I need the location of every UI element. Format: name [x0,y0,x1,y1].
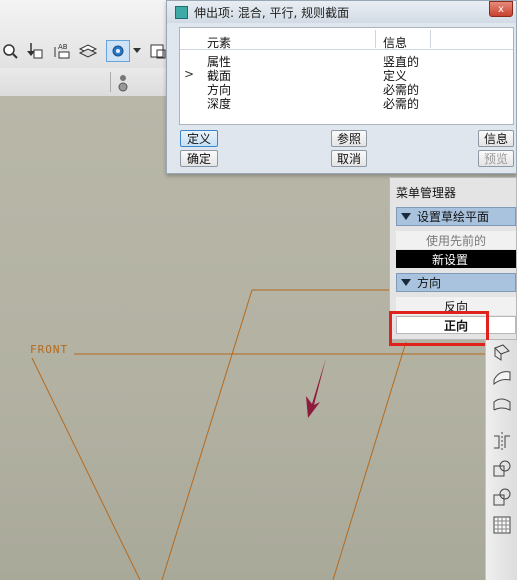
menu-header-direction[interactable]: 方向 [396,273,516,292]
svg-text:AB: AB [58,43,68,51]
mirror-icon[interactable] [491,430,513,452]
dialog-titlebar[interactable]: 伸出项: 混合, 平行, 规则截面 [167,1,516,23]
dropdown-chevron-icon[interactable] [131,40,143,62]
secondary-toolbar [0,68,170,97]
element-row-direction[interactable]: 方向 必需的 [180,81,513,97]
direction-arrow [306,358,326,418]
shell-tool-icon[interactable] [491,342,513,364]
dialog-app-icon [175,5,188,19]
highlight-box [389,311,489,346]
view-display-icon[interactable] [106,40,130,62]
frame-icon[interactable] [148,40,168,62]
define-button[interactable]: 定义 [180,130,218,147]
current-row-marker: > [184,67,195,81]
collapse-triangle-icon [401,279,411,286]
menu-header-sketch-plane[interactable]: 设置草绘平面 [396,207,516,226]
plane-slant-left [31,357,141,580]
element-row-attributes[interactable]: 属性 竖直的 [180,53,513,69]
menu-item-use-previous[interactable]: 使用先前的 [396,231,516,249]
trapezoid-left-edge [161,289,253,580]
info-button[interactable]: 信息 [478,130,514,147]
reference-button[interactable]: 参照 [331,130,367,147]
feature-dialog: 伸出项: 混合, 平行, 规则截面 x 元素 信息 属性 竖直的 > 截面 定义… [166,0,517,174]
insert-arrow-icon[interactable] [24,40,44,62]
pattern-grid-icon[interactable] [491,514,513,536]
collapse-triangle-icon [401,213,411,220]
merge-icon[interactable] [491,458,513,480]
cancel-button[interactable]: 取消 [331,150,367,167]
ok-button[interactable]: 确定 [180,150,218,167]
dialog-title: 伸出项: 混合, 平行, 规则截面 [194,5,350,20]
right-toolbar [485,340,517,580]
preview-button[interactable]: 预览 [478,150,514,167]
close-button[interactable]: x [489,1,513,17]
main-toolbar: AB [0,0,170,69]
menu-manager-title: 菜单管理器 [396,186,457,200]
trapezoid-right-edge [332,341,407,580]
surface-patch-icon[interactable] [491,366,513,388]
intersect-icon[interactable] [491,486,513,508]
zoom-icon[interactable] [0,40,20,62]
spin-center-icon[interactable] [118,73,128,96]
front-plane-label: FRONT [30,343,69,356]
curve-surface-icon[interactable] [491,394,513,416]
menu-item-new-setup[interactable]: 新设置 [396,250,516,268]
layers-icon[interactable] [78,40,98,62]
element-row-section[interactable]: > 截面 定义 [180,67,513,83]
ab-annotation-icon[interactable]: AB [52,40,72,62]
element-list: 元素 信息 属性 竖直的 > 截面 定义 方向 必需的 深度 必需的 [179,27,514,125]
element-row-depth[interactable]: 深度 必需的 [180,95,513,111]
